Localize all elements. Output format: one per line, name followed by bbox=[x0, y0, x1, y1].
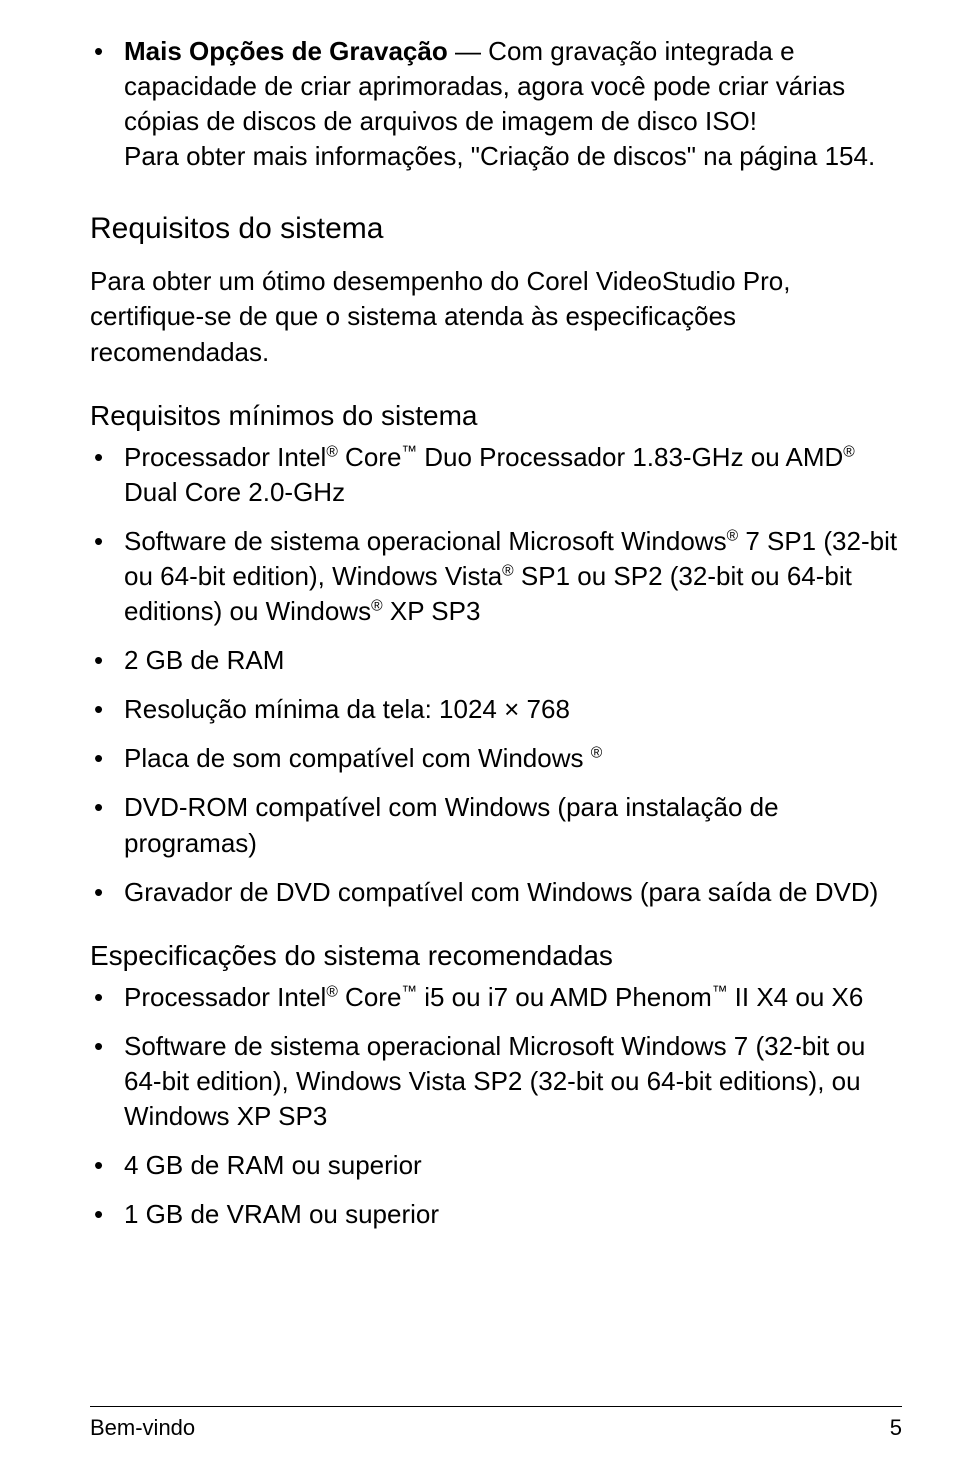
feature-lead: Mais Opções de Gravação — Com gravação i… bbox=[90, 34, 902, 139]
heading-recomendadas: Especificações do sistema recomendadas bbox=[90, 940, 902, 972]
list-item: 2 GB de RAM bbox=[124, 643, 902, 678]
reg-icon: ® bbox=[326, 443, 338, 460]
list-item: Processador Intel® Core™ Duo Processador… bbox=[124, 440, 902, 510]
list-item: Software de sistema operacional Microsof… bbox=[124, 524, 902, 629]
footer-page: 5 bbox=[890, 1415, 902, 1441]
list-item: Resolução mínima da tela: 1024 × 768 bbox=[124, 692, 902, 727]
tm-icon: ™ bbox=[401, 983, 417, 1000]
feature-subtext: Para obter mais informações, "Criação de… bbox=[90, 139, 902, 174]
feature-title: Mais Opções de Gravação bbox=[124, 36, 448, 66]
list-item: Processador Intel® Core™ i5 ou i7 ou AMD… bbox=[124, 980, 902, 1015]
tm-icon: ™ bbox=[712, 983, 728, 1000]
list-item: Gravador de DVD compatível com Windows (… bbox=[124, 875, 902, 910]
reg-icon: ® bbox=[326, 983, 338, 1000]
list-recomendadas: Processador Intel® Core™ i5 ou i7 ou AMD… bbox=[90, 980, 902, 1233]
reg-icon: ® bbox=[727, 527, 739, 544]
list-item: DVD-ROM compatível com Windows (para ins… bbox=[124, 790, 902, 860]
reg-icon: ® bbox=[502, 562, 514, 579]
heading-minimos: Requisitos mínimos do sistema bbox=[90, 400, 902, 432]
footer-section: Bem-vindo bbox=[90, 1415, 195, 1441]
list-item: Placa de som compatível com Windows ® bbox=[124, 741, 902, 776]
footer: Bem-vindo 5 bbox=[90, 1406, 902, 1441]
tm-icon: ™ bbox=[401, 443, 417, 460]
list-item: 1 GB de VRAM ou superior bbox=[124, 1197, 902, 1232]
list-item: Software de sistema operacional Microsof… bbox=[124, 1029, 902, 1134]
list-item: 4 GB de RAM ou superior bbox=[124, 1148, 902, 1183]
feature-block: Mais Opções de Gravação — Com gravação i… bbox=[90, 34, 902, 174]
reg-icon: ® bbox=[843, 443, 855, 460]
list-minimos: Processador Intel® Core™ Duo Processador… bbox=[90, 440, 902, 910]
para-requisitos: Para obter um ótimo desempenho do Corel … bbox=[90, 264, 902, 369]
heading-requisitos: Requisitos do sistema bbox=[90, 212, 902, 246]
reg-icon: ® bbox=[591, 745, 603, 762]
reg-icon: ® bbox=[371, 597, 383, 614]
